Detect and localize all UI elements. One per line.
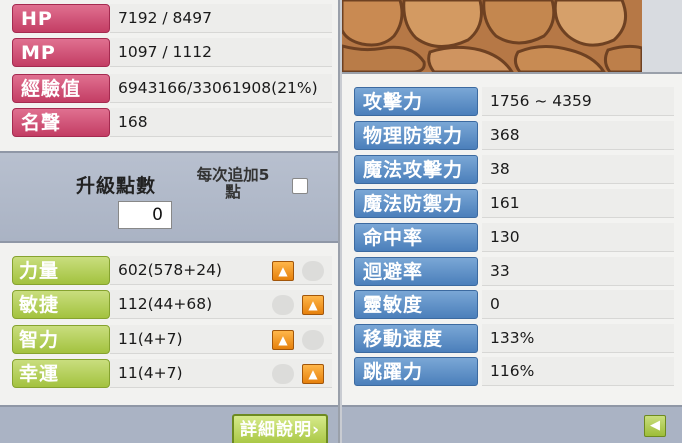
detail-row-magic-atk: 魔法攻擊力 38	[354, 153, 674, 185]
stat-row-mp: MP 1097 / 1112	[6, 36, 332, 68]
dex-value: 112(44+68)	[110, 290, 332, 319]
phys-def-value: 368	[482, 121, 674, 150]
attack-value: 1756 ~ 4359	[482, 87, 674, 116]
int-label: 智力	[12, 325, 110, 354]
luk-value: 11(4+7)	[110, 359, 332, 388]
fame-label: 名聲	[12, 108, 110, 137]
speed-value: 133%	[482, 324, 674, 353]
int-up-button[interactable]: ▲	[272, 330, 294, 350]
dex-up-button[interactable]: ▲	[302, 295, 324, 315]
ability-point-panel: 升級點數 0 每次追加5 點	[0, 151, 338, 243]
button-slot	[302, 330, 324, 350]
detail-row-phys-def: 物理防禦力 368	[354, 119, 674, 151]
button-slot	[302, 261, 324, 281]
button-slot	[272, 295, 294, 315]
dex-label: 敏捷	[12, 290, 110, 319]
character-art	[342, 0, 682, 72]
magic-atk-label: 魔法攻擊力	[354, 155, 478, 184]
stat-row-int: 智力 11(4+7) ▲	[6, 323, 332, 355]
detail-row-accuracy: 命中率 130	[354, 221, 674, 253]
arrow-up-icon: ▲	[278, 333, 288, 347]
magic-def-value: 161	[482, 189, 674, 218]
hp-label: HP	[12, 4, 110, 33]
ability-point-value: 0	[118, 201, 172, 229]
detail-stats-list: 攻擊力 1756 ~ 4359 物理防禦力 368 魔法攻擊力 38 魔法防禦力…	[342, 72, 682, 443]
detail-button[interactable]: 詳細說明›	[232, 414, 328, 443]
mp-value: 1097 / 1112	[110, 38, 332, 67]
stat-row-exp: 經驗值 6943166/33061908(21%)	[6, 72, 332, 104]
detail-stat-panel: 攻擊力 1756 ~ 4359 物理防禦力 368 魔法攻擊力 38 魔法防禦力…	[342, 0, 682, 443]
accuracy-label: 命中率	[354, 223, 478, 252]
avoid-label: 迴避率	[354, 257, 478, 286]
stat-row-luk: 幸運 11(4+7) ▲	[6, 357, 332, 389]
stat-row-hp: HP 7192 / 8497	[6, 2, 332, 34]
speed-label: 移動速度	[354, 324, 478, 353]
detail-row-magic-def: 魔法防禦力 161	[354, 187, 674, 219]
hp-value: 7192 / 8497	[110, 4, 332, 33]
auto-assign-text: 每次追加5 點	[196, 166, 270, 201]
button-slot	[272, 364, 294, 384]
str-up-button[interactable]: ▲	[272, 261, 294, 281]
jump-label: 跳躍力	[354, 357, 478, 386]
collapse-button[interactable]: ◀	[644, 415, 666, 437]
magic-atk-value: 38	[482, 155, 674, 184]
fame-value: 168	[110, 108, 332, 137]
avoid-value: 33	[482, 257, 674, 286]
detail-row-jump: 跳躍力 116%	[354, 355, 674, 387]
exp-label: 經驗值	[12, 74, 110, 103]
mp-label: MP	[12, 38, 110, 67]
arrow-up-icon: ▲	[308, 298, 318, 312]
str-value: 602(578+24)	[110, 256, 332, 285]
auto-assign-checkbox[interactable]	[292, 178, 308, 194]
stat-row-fame: 名聲 168	[6, 106, 332, 138]
hands-value: 0	[482, 290, 674, 319]
detail-row-avoid: 迴避率 33	[354, 255, 674, 287]
left-footer: 詳細說明›	[0, 405, 338, 443]
luk-label: 幸運	[12, 359, 110, 388]
attack-label: 攻擊力	[354, 87, 478, 116]
detail-row-speed: 移動速度 133%	[354, 322, 674, 354]
stat-row-str: 力量 602(578+24) ▲	[6, 254, 332, 286]
luk-up-button[interactable]: ▲	[302, 364, 324, 384]
jump-value: 116%	[482, 357, 674, 386]
character-stat-panel: HP 7192 / 8497 MP 1097 / 1112 經驗值 694316…	[0, 0, 340, 443]
str-label: 力量	[12, 256, 110, 285]
auto-assign-label: 每次追加5 點	[190, 167, 276, 201]
arrow-up-icon: ▲	[278, 264, 288, 278]
phys-def-label: 物理防禦力	[354, 121, 478, 150]
int-value: 11(4+7)	[110, 325, 332, 354]
detail-row-attack: 攻擊力 1756 ~ 4359	[354, 85, 674, 117]
stone-wall-image	[342, 0, 642, 72]
stat-row-dex: 敏捷 112(44+68) ▲	[6, 288, 332, 320]
exp-value: 6943166/33061908(21%)	[110, 74, 332, 103]
right-footer: ◀	[342, 405, 682, 443]
hands-label: 靈敏度	[354, 290, 478, 319]
arrow-up-icon: ▲	[308, 367, 318, 381]
accuracy-value: 130	[482, 223, 674, 252]
detail-row-hands: 靈敏度 0	[354, 288, 674, 320]
ability-point-label: 升級點數	[76, 175, 157, 197]
arrow-left-icon: ◀	[650, 418, 660, 433]
magic-def-label: 魔法防禦力	[354, 189, 478, 218]
